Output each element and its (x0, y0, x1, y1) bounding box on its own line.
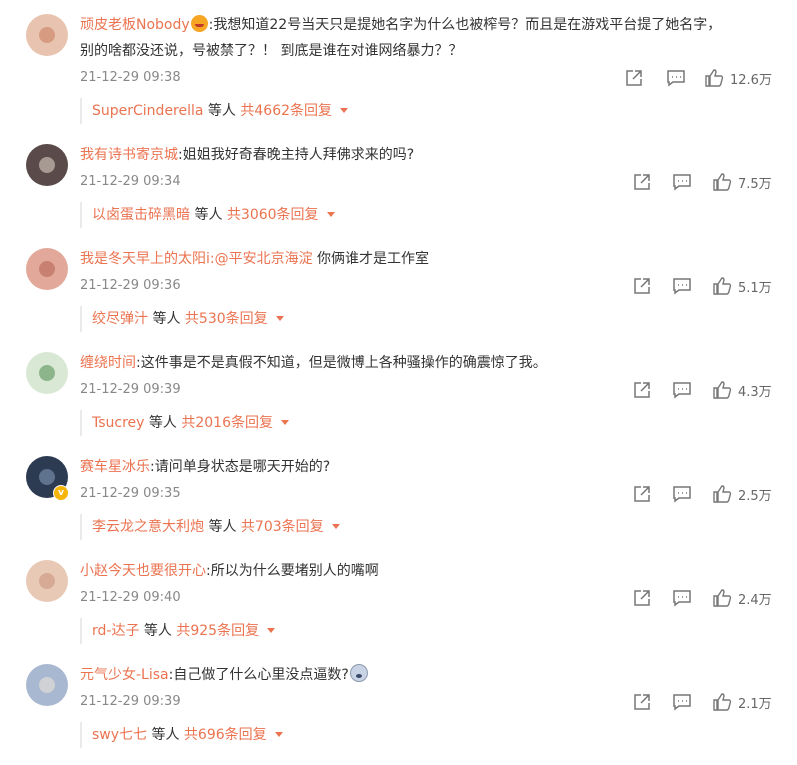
avatar[interactable] (26, 560, 68, 602)
share-icon[interactable] (632, 692, 652, 712)
reply-mid: 等人 (144, 415, 182, 431)
comment-icon[interactable] (672, 380, 692, 400)
comment-icon[interactable] (672, 484, 692, 504)
comment-username[interactable]: 赛车星冰乐 (80, 459, 150, 475)
like-count: 2.4万 (738, 593, 772, 608)
like-count: 12.6万 (730, 73, 772, 88)
reply-mid: 等人 (203, 103, 241, 119)
share-icon[interactable] (632, 172, 652, 192)
caret-down-icon[interactable] (331, 524, 340, 529)
like-icon[interactable] (712, 692, 732, 712)
comment-text: :请问单身状态是哪天开始的? (150, 459, 331, 475)
comment-text: 你俩谁才是工作室 (312, 251, 430, 267)
share-icon[interactable] (632, 380, 652, 400)
like-icon[interactable] (712, 484, 732, 504)
reply-mid: 等人 (190, 207, 227, 223)
reply-count[interactable]: 共925条回复 (176, 623, 259, 639)
comment-icon[interactable] (672, 172, 692, 192)
avatar[interactable] (26, 664, 68, 706)
comment-icon[interactable] (672, 276, 692, 296)
comment-time: 21-12-29 09:39 (80, 382, 181, 397)
share-icon[interactable] (632, 276, 652, 296)
like-count: 2.1万 (738, 697, 772, 712)
avatar[interactable] (26, 14, 68, 56)
comment-username[interactable]: 元气少女-Lisa (80, 667, 169, 683)
comment-icon[interactable] (672, 588, 692, 608)
caret-down-icon[interactable] (275, 316, 284, 321)
comment-text: :姐姐我好奇春晚主持人拜佛求来的吗? (178, 147, 415, 163)
comment-username[interactable]: 小赵今天也要很开心 (80, 563, 206, 579)
replies-summary[interactable]: Tsucrey 等人 共2016条回复 (80, 410, 772, 436)
reply-mid: 等人 (139, 623, 177, 639)
comment-time: 21-12-29 09:39 (80, 694, 181, 709)
reply-user[interactable]: 绞尽弹汁 (92, 311, 148, 327)
replies-summary[interactable]: swy七七 等人 共696条回复 (80, 722, 772, 748)
like-icon[interactable] (712, 172, 732, 192)
like-count: 2.5万 (738, 489, 772, 504)
comment-time: 21-12-29 09:36 (80, 278, 181, 293)
like-count: 4.3万 (738, 385, 772, 400)
verified-badge-icon: v (53, 485, 69, 501)
share-icon[interactable] (624, 68, 644, 88)
reply-mid: 等人 (148, 311, 185, 327)
reply-count[interactable]: 共3060条回复 (227, 207, 319, 223)
share-icon[interactable] (632, 484, 652, 504)
comment-username[interactable]: 我有诗书寄京城 (80, 147, 178, 163)
reply-count[interactable]: 共4662条回复 (240, 103, 332, 119)
comment-time: 21-12-29 09:38 (80, 70, 181, 85)
comment-time: 21-12-29 09:40 (80, 590, 181, 605)
caret-down-icon[interactable] (274, 732, 283, 737)
like-icon[interactable] (712, 380, 732, 400)
comment-icon[interactable] (666, 68, 686, 88)
reply-user[interactable]: 李云龙之意大利炮 (92, 519, 204, 535)
comment-username[interactable]: 我是冬天早上的太阳i (80, 251, 210, 267)
reply-mid: 等人 (147, 727, 184, 743)
comment-username[interactable]: 顽皮老板Nobody (80, 17, 190, 33)
caret-down-icon[interactable] (281, 420, 289, 425)
avatar[interactable] (26, 144, 68, 186)
like-icon[interactable] (712, 276, 732, 296)
replies-summary[interactable]: SuperCinderella 等人 共4662条回复 (80, 98, 772, 124)
reply-user[interactable]: rd-达子 (92, 623, 139, 639)
blush-emoji-icon (190, 15, 208, 32)
reply-user[interactable]: 以卤蛋击碎黑暗 (92, 207, 190, 223)
avatar[interactable] (26, 352, 68, 394)
comment-text: :所以为什么要堵别人的嘴啊 (206, 563, 379, 579)
replies-summary[interactable]: 以卤蛋击碎黑暗 等人 共3060条回复 (80, 202, 772, 228)
reply-count[interactable]: 共703条回复 (241, 519, 324, 535)
share-icon[interactable] (632, 588, 652, 608)
comment-text: :我想知道22号当天只是提她名字为什么也被榨号？而且是在游戏平台提了她名字， (208, 17, 722, 33)
comment-time: 21-12-29 09:35 (80, 486, 181, 501)
mention-link[interactable]: :@平安北京海淀 (210, 251, 313, 267)
replies-summary[interactable]: 绞尽弹汁 等人 共530条回复 (80, 306, 772, 332)
avatar[interactable] (26, 248, 68, 290)
comment-text: 别的啥都没还说，号被禁了？！ 到底是谁在对谁网络暴力？？ (80, 43, 463, 59)
reply-count[interactable]: 共696条回复 (184, 727, 267, 743)
caret-down-icon[interactable] (267, 628, 276, 633)
like-count: 7.5万 (738, 177, 772, 192)
reply-user[interactable]: Tsucrey (92, 415, 144, 431)
caret-down-icon[interactable] (326, 212, 335, 217)
caret-down-icon[interactable] (340, 108, 349, 113)
reply-count[interactable]: 共530条回复 (185, 311, 268, 327)
comment-icon[interactable] (672, 692, 692, 712)
replies-summary[interactable]: rd-达子 等人 共925条回复 (80, 618, 772, 644)
replies-summary[interactable]: 李云龙之意大利炮 等人 共703条回复 (80, 514, 772, 540)
comment-text: :这件事是不是真假不知道，但是微博上各种骚操作的确震惊了我。 (136, 355, 547, 371)
reply-user[interactable]: swy七七 (92, 727, 147, 743)
reply-user[interactable]: SuperCinderella (92, 103, 203, 119)
like-icon[interactable] (712, 588, 732, 608)
reply-count[interactable]: 共2016条回复 (181, 415, 273, 431)
comment-username[interactable]: 缠绕时间 (80, 355, 136, 371)
cry-emoji-icon (349, 664, 368, 682)
comment-time: 21-12-29 09:34 (80, 174, 181, 189)
reply-mid: 等人 (204, 519, 241, 535)
comment-text: :自己做了什么心里没点逼数? (168, 667, 349, 683)
like-icon[interactable] (704, 68, 724, 88)
like-count: 5.1万 (738, 281, 772, 296)
